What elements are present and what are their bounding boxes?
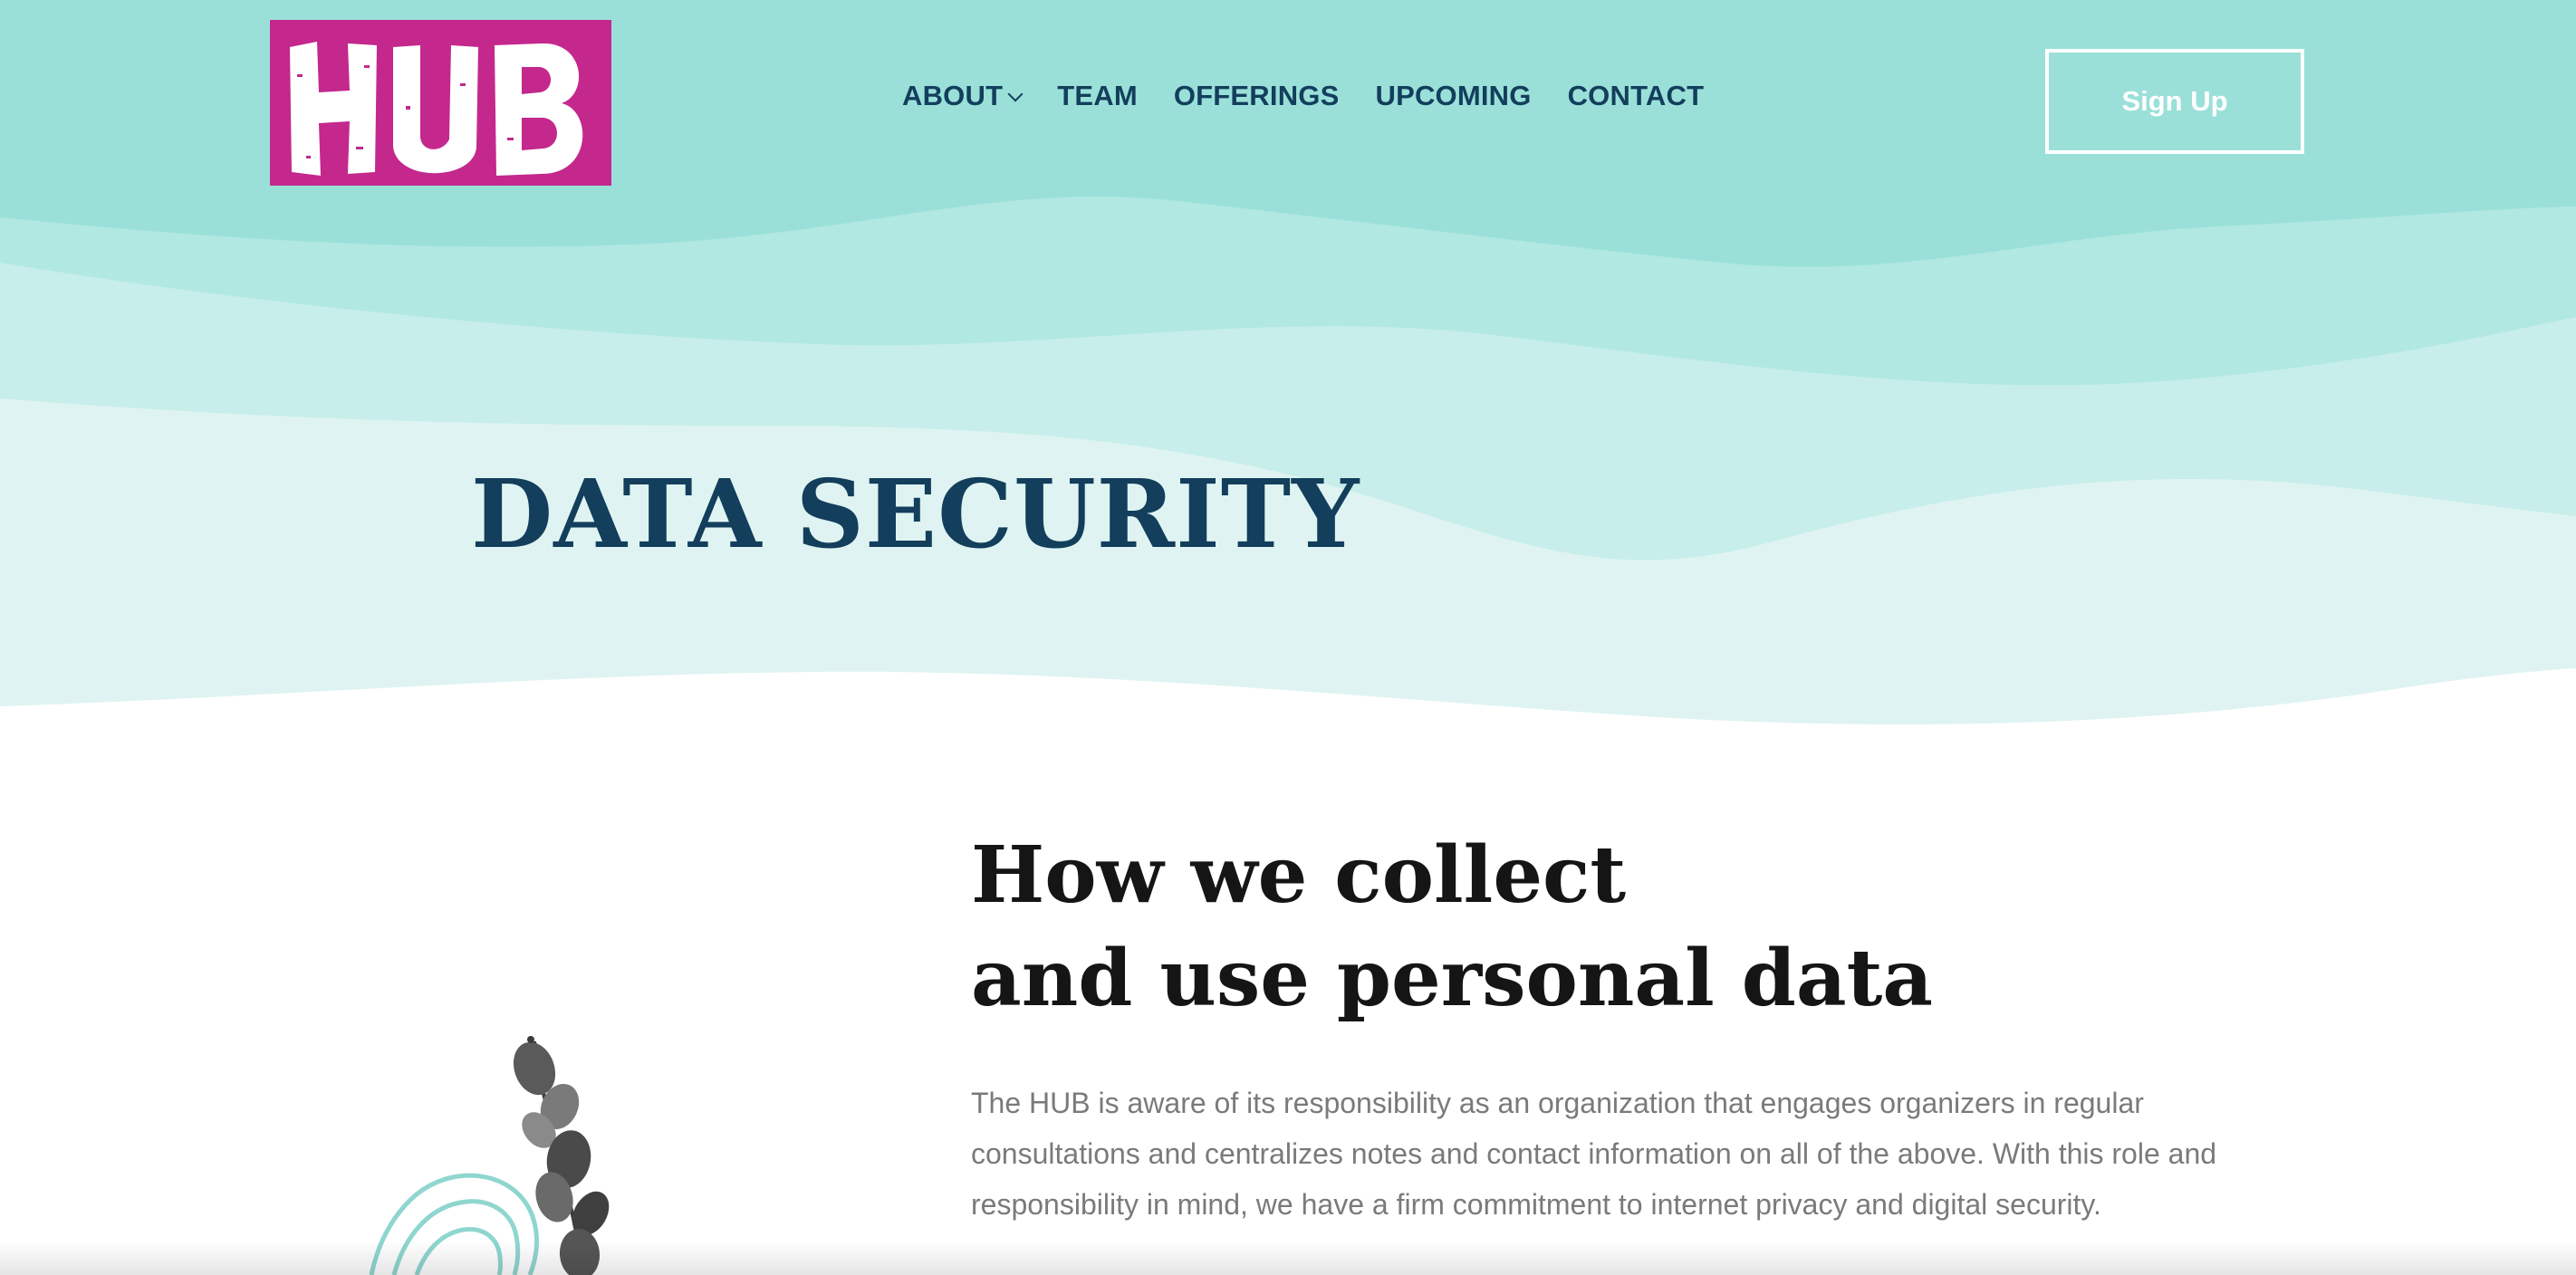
sign-up-button[interactable]: Sign Up [2045,49,2304,154]
hub-logo-artwork [290,42,583,176]
chevron-down-icon [1007,86,1024,102]
hub-logo[interactable] [270,20,611,186]
nav-item-label: TEAM [1057,80,1138,111]
nav-item-offerings[interactable]: OFFERINGS [1174,80,1340,112]
nav-item-label: OFFERINGS [1173,80,1340,111]
section-heading-line-2: and use personal data [971,933,1934,1024]
bottom-edge-shadow [0,1241,2576,1275]
section-body-text: The HUB is aware of its responsibility a… [971,1087,2217,1221]
hero-banner: ABOUT TEAM OFFERINGS UPCOMING CONTACT Si… [0,0,2576,743]
nav-item-contact[interactable]: CONTACT [1568,80,1705,112]
nav-item-label: CONTACT [1567,80,1705,111]
nav-item-label: UPCOMING [1375,80,1532,111]
eucalyptus-illustration [369,1036,610,1275]
sign-up-label: Sign Up [2121,85,2228,117]
nav-item-upcoming[interactable]: UPCOMING [1375,80,1531,112]
page-title: DATA SECURITY [471,458,1360,570]
main-nav: ABOUT TEAM OFFERINGS UPCOMING CONTACT [902,80,1740,112]
nav-item-team[interactable]: TEAM [1057,80,1138,112]
page: ABOUT TEAM OFFERINGS UPCOMING CONTACT Si… [0,0,2576,1275]
section-heading: How we collect and use personal data [971,824,1933,1031]
nav-item-label: ABOUT [902,80,1004,111]
nav-item-about[interactable]: ABOUT [902,80,1024,112]
section-heading-line-1: How we collect [971,829,1627,921]
